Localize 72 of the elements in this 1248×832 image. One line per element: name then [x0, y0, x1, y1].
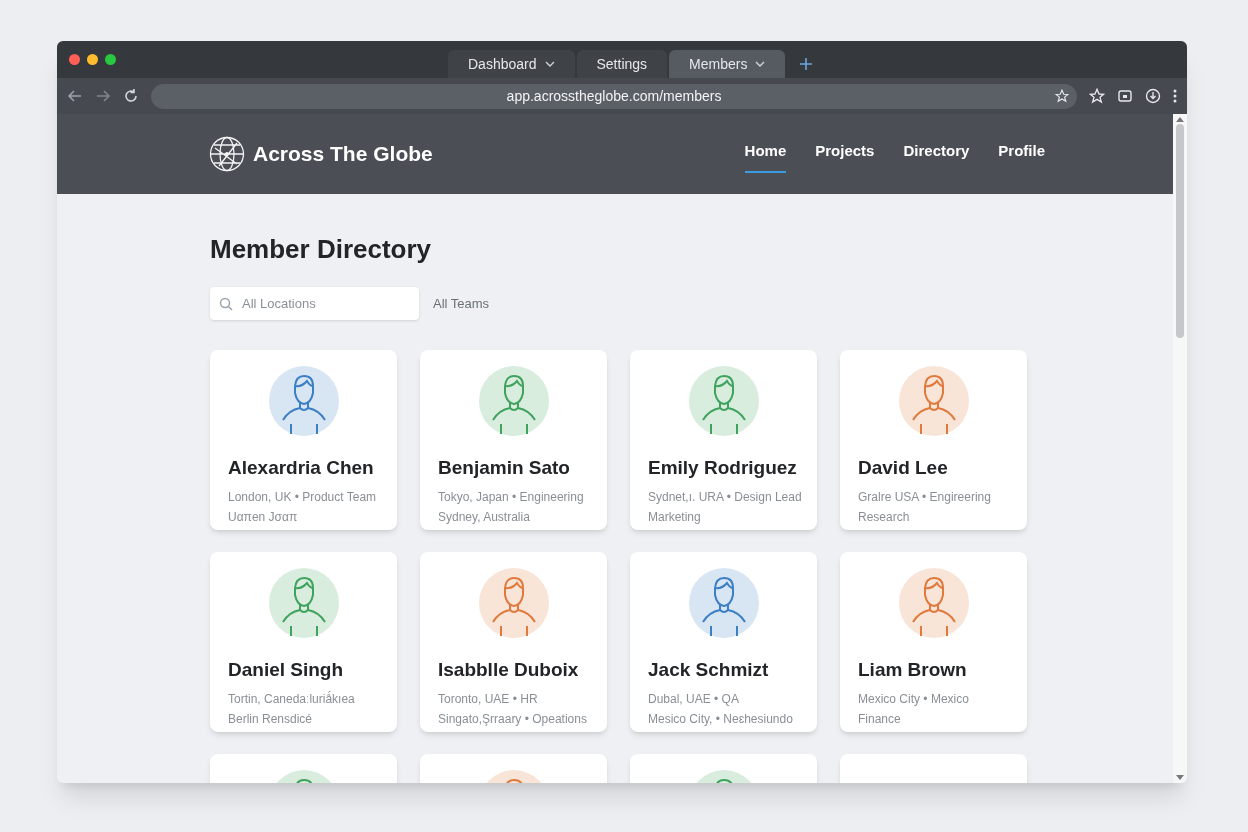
browser-tab[interactable]: Members — [669, 50, 786, 78]
member-location: Mexico City • Mexico — [858, 690, 970, 708]
member-card[interactable]: Benjamin Sato Tokyo, Japan • Engineering Sydney, Australia — [420, 350, 607, 530]
member-name: Jack Schmizt — [648, 658, 770, 682]
chevron-down-icon — [755, 61, 766, 67]
star-icon[interactable] — [1089, 88, 1105, 104]
member-location: Tortin, Canedaːluriǻkıea — [228, 690, 356, 708]
avatar-icon — [478, 366, 549, 436]
menu-icon[interactable] — [1173, 89, 1177, 103]
member-name: Liam Brown — [858, 658, 968, 682]
chevron-down-icon — [544, 61, 555, 67]
member-location: Toronto, UAE • HR — [438, 690, 539, 708]
avatar-icon — [688, 366, 759, 436]
avatar-icon — [688, 568, 759, 638]
team-filter[interactable]: All Teams — [433, 293, 490, 314]
member-location: Tokyo, Japan • Engineering — [438, 488, 585, 506]
scroll-down-icon[interactable] — [1176, 775, 1184, 781]
member-team: Sydney, Australia — [438, 508, 531, 526]
member-location: London, UK • Product Team — [228, 488, 378, 506]
member-name: Emily Rodriguez — [648, 456, 798, 480]
member-card[interactable]: Emily Rodriguez Sydnet,ı. URA • Design Lead Marketing — [630, 350, 817, 530]
nav-link[interactable]: Directory — [903, 135, 970, 173]
forward-icon[interactable] — [95, 88, 111, 104]
member-team: Singato,Şrraary • Opeations — [438, 710, 588, 728]
browser-tab[interactable]: Dashboard — [448, 50, 575, 78]
member-card[interactable]: Liam Brown Mexico City • Mexico Finance — [840, 552, 1027, 732]
member-location: Dubal, UAE • QA — [648, 690, 740, 708]
page-title: Member Directory — [210, 233, 433, 266]
extension-icon[interactable] — [1117, 88, 1133, 104]
globe-logo-icon — [209, 136, 245, 172]
member-team: Mesico City, • Neɛhesiundo — [648, 710, 794, 728]
brand-name: Across The Globe — [253, 141, 433, 168]
member-team: Berlin Rensdicé — [228, 710, 314, 728]
nav-link[interactable]: Profile — [998, 135, 1045, 173]
download-icon[interactable] — [1145, 88, 1161, 104]
member-name: Daniel Singh — [228, 658, 345, 682]
member-name: Isabblle Duboix — [438, 658, 580, 682]
reload-icon[interactable] — [123, 88, 139, 104]
new-tab-icon[interactable] — [799, 57, 814, 71]
nav-link[interactable]: Projects — [815, 135, 875, 173]
star-icon[interactable] — [1055, 89, 1069, 103]
location-search-field[interactable]: All Locations — [210, 287, 419, 320]
member-team: Research — [858, 508, 911, 526]
scroll-up-icon[interactable] — [1176, 116, 1184, 122]
member-team: Marketing — [648, 508, 702, 526]
nav-link[interactable]: Home — [744, 135, 787, 173]
avatar-icon — [268, 366, 339, 436]
back-icon[interactable] — [67, 88, 83, 104]
scrollbar-thumb[interactable] — [1176, 124, 1184, 338]
avatar-icon — [268, 568, 339, 638]
member-name: Alexardria Chen — [228, 456, 375, 480]
close-window-icon[interactable] — [69, 54, 80, 65]
address-bar[interactable]: app.acrosstheglobe.com/members — [151, 83, 1077, 109]
member-card[interactable]: David Lee Gralre USA • Engireering Research — [840, 350, 1027, 530]
member-team: Uαπen Jσαπ — [228, 508, 299, 526]
member-team: Finance — [858, 710, 902, 728]
avatar-icon — [898, 366, 969, 436]
member-card[interactable]: Alexardria Chen London, UK • Product Team Uαπen Jσαπ — [210, 350, 397, 530]
member-location: Sydnet,ı. URA • Design Lead — [648, 488, 799, 506]
member-name: Benjamin Sato — [438, 456, 571, 480]
scrollbar[interactable] — [1173, 114, 1187, 783]
member-card[interactable]: Jack Schmizt Dubal, UAE • QA Mesico City, • Neɛhesiundo — [630, 552, 817, 732]
browser-tab[interactable]: Settings — [576, 50, 668, 78]
member-card[interactable]: Isabblle Duboix Toronto, UAE • HR Singato,Şrraary • Opeations — [420, 552, 607, 732]
maximize-window-icon[interactable] — [105, 54, 116, 65]
avatar-icon — [478, 568, 549, 638]
member-card[interactable]: Daniel Singh Tortin, Canedaːluriǻkıea Berlin Rensdicé — [210, 552, 397, 732]
search-icon — [219, 297, 233, 311]
member-name: David Lee — [858, 456, 949, 480]
minimize-window-icon[interactable] — [87, 54, 98, 65]
member-location: Gralre USA • Engireering — [858, 488, 992, 506]
avatar-icon — [898, 568, 969, 638]
